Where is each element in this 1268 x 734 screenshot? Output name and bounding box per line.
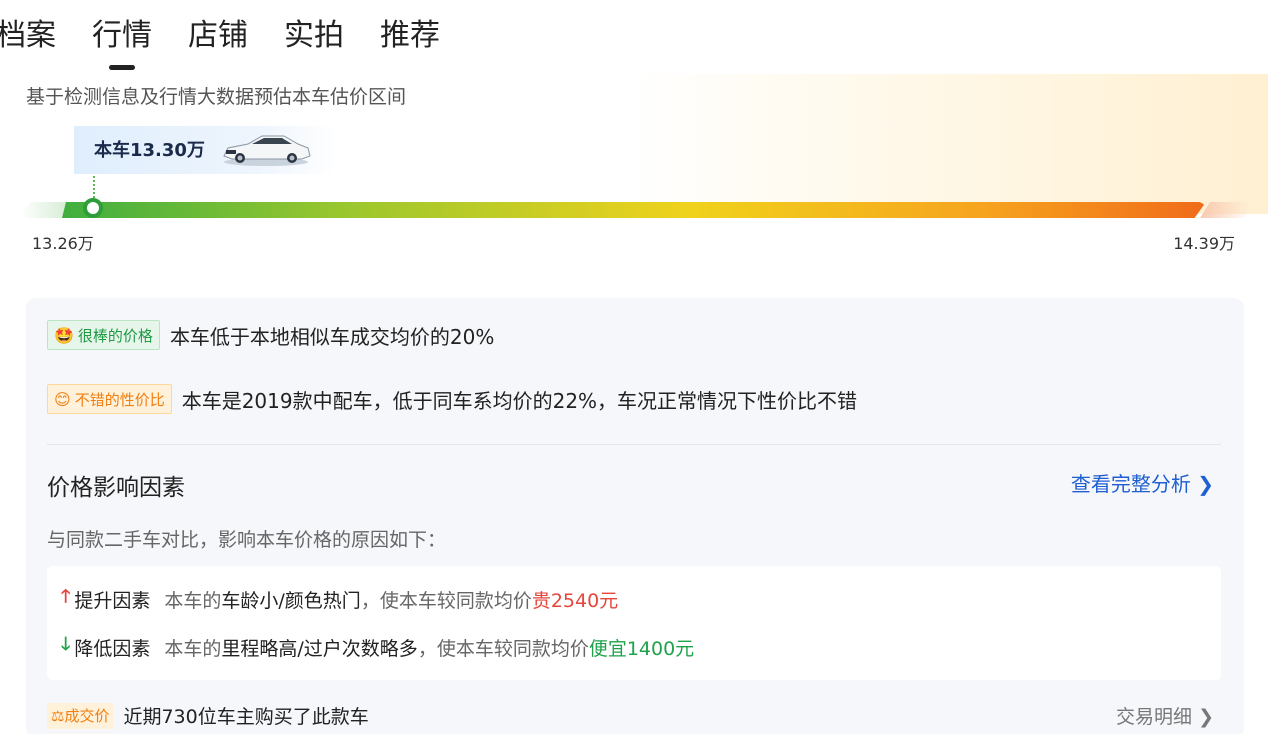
- chevron-right-icon: ❯: [1197, 472, 1214, 496]
- full-analysis-link[interactable]: 查看完整分析 ❯: [1071, 468, 1214, 497]
- transaction-details-link[interactable]: 交易明细 ❯: [1116, 702, 1214, 729]
- great-price-tag-label: 很棒的价格: [77, 326, 153, 345]
- up-factor-desc: 本车的车龄小/颜色热门，使本车较同款均价贵2540元: [164, 589, 619, 612]
- grinning-face-icon: 🤩: [54, 325, 74, 345]
- deal-count-text: 近期730位车主购买了此款车: [123, 706, 369, 728]
- down-factor-label: 降低因素: [74, 637, 151, 660]
- arrow-up-icon: 🡑: [61, 586, 71, 607]
- smiling-face-icon: 😊: [54, 389, 71, 409]
- good-value-tag-label: 不错的性价比: [74, 390, 165, 409]
- down-factor-desc: 本车的里程略高/过户次数略多，使本车较同款均价便宜1400元: [164, 637, 695, 660]
- tab-archive[interactable]: 档案: [0, 14, 56, 64]
- range-min-label: 13.26万: [32, 234, 94, 253]
- arrow-down-icon: 🡓: [61, 634, 71, 655]
- badge-row-great-price: 🤩 很棒的价格 本车低于本地相似车成交均价的20%: [47, 320, 494, 350]
- marker-connector: [93, 176, 95, 198]
- up-factor-label: 提升因素: [74, 589, 151, 612]
- good-value-text: 本车是2019款中配车，低于同车系均价的22%，车况正常情况下性价比不错: [181, 388, 858, 413]
- up-factor-amount: 贵2540元: [531, 589, 619, 612]
- deal-tag-label: 成交价: [64, 707, 110, 725]
- full-analysis-link-label: 查看完整分析: [1070, 472, 1191, 496]
- divider: [47, 444, 1221, 445]
- tab-store[interactable]: 店铺: [188, 14, 248, 64]
- current-price-marker: [83, 198, 103, 218]
- car-icon: [223, 135, 311, 166]
- price-bar-fade-left: [20, 202, 70, 218]
- up-factor-row: 🡑 提升因素 本车的车龄小/颜色热门，使本车较同款均价贵2540元: [61, 584, 618, 614]
- current-price-label: 本车13.30万: [94, 140, 205, 161]
- estimate-subtitle: 基于检测信息及行情大数据预估本车估价区间: [26, 86, 407, 108]
- price-analysis-card: 🤩 很棒的价格 本车低于本地相似车成交均价的20% 😊 不错的性价比 本车是20…: [26, 298, 1244, 734]
- badge-row-good-value: 😊 不错的性价比 本车是2019款中配车，低于同车系均价的22%，车况正常情况下…: [47, 384, 857, 414]
- deal-price-tag: ⚖ 成交价: [47, 702, 114, 729]
- top-tabs: 档案 行情 店铺 实拍 推荐: [0, 14, 476, 64]
- range-max-label: 14.39万: [1173, 234, 1235, 253]
- transaction-details-label: 交易明细: [1116, 706, 1193, 728]
- great-price-tag: 🤩 很棒的价格: [47, 320, 160, 350]
- tab-market[interactable]: 行情: [92, 14, 152, 64]
- great-price-text: 本车低于本地相似车成交均价的20%: [169, 324, 495, 349]
- price-range-bar: [62, 202, 1206, 218]
- hero-background: [628, 74, 1268, 214]
- down-factor-amount: 便宜1400元: [588, 637, 695, 660]
- factors-box: 🡑 提升因素 本车的车龄小/颜色热门，使本车较同款均价贵2540元 🡓 降低因素…: [47, 566, 1221, 680]
- down-factor-row: 🡓 降低因素 本车的里程略高/过户次数略多，使本车较同款均价便宜1400元: [61, 632, 694, 662]
- deal-row: ⚖ 成交价 近期730位车主购买了此款车: [47, 702, 369, 729]
- price-estimate-panel: 基于检测信息及行情大数据预估本车估价区间 本车13.30万 13.26万 14.…: [0, 74, 1268, 264]
- factors-description: 与同款二手车对比，影响本车价格的原因如下：: [47, 529, 447, 551]
- scale-icon: ⚖: [51, 706, 65, 725]
- tab-photos[interactable]: 实拍: [284, 14, 344, 64]
- chevron-right-icon: ❯: [1198, 706, 1214, 728]
- tab-recommend[interactable]: 推荐: [380, 14, 440, 64]
- factors-title: 价格影响因素: [47, 475, 185, 501]
- good-value-tag: 😊 不错的性价比: [47, 384, 172, 414]
